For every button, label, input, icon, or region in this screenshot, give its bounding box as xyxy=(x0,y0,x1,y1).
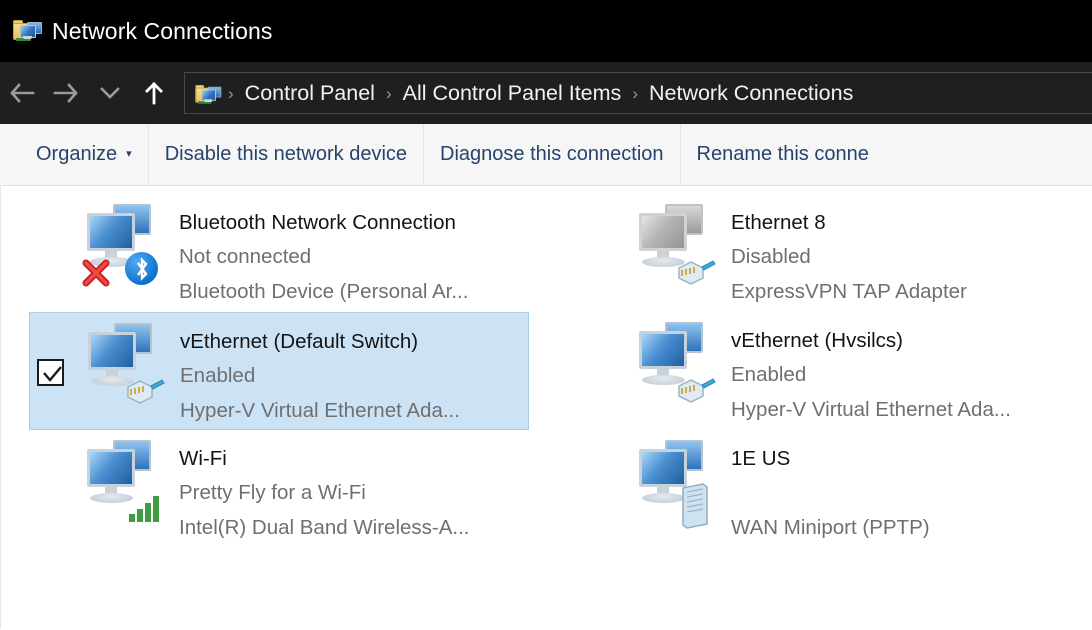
connection-tile[interactable]: Ethernet 8DisabledExpressVPN TAP Adapter xyxy=(581,194,1081,312)
recent-locations-button[interactable] xyxy=(88,71,132,115)
connection-text-block: 1E US WAN Miniport (PPTP) xyxy=(721,434,930,545)
connection-checkbox-slot xyxy=(581,434,621,476)
server-tower-badge-icon xyxy=(677,482,713,530)
rename-connection-button[interactable]: Rename this conne xyxy=(681,124,885,185)
connection-checkbox-slot xyxy=(581,198,621,240)
connection-name: Ethernet 8 xyxy=(731,206,967,239)
rj45-connector-badge-icon xyxy=(675,372,717,404)
forward-button[interactable] xyxy=(44,71,88,115)
connection-tile[interactable]: 1E US WAN Miniport (PPTP) xyxy=(581,430,1081,548)
connections-list-view: Bluetooth Network ConnectionNot connecte… xyxy=(0,186,1092,629)
bluetooth-badge-icon xyxy=(125,252,158,285)
connection-name: vEthernet (Hvsilcs) xyxy=(731,324,1011,357)
red-x-error-overlay-icon xyxy=(79,256,113,290)
connection-description: WAN Miniport (PPTP) xyxy=(731,510,930,545)
monitors-icon xyxy=(629,316,721,416)
connection-status: Enabled xyxy=(180,358,460,393)
connection-text-block: vEthernet (Hvsilcs)EnabledHyper-V Virtua… xyxy=(721,316,1011,427)
connection-text-block: vEthernet (Default Switch)EnabledHyper-V… xyxy=(170,317,460,428)
chevron-down-icon xyxy=(99,84,121,102)
breadcrumb-separator: › xyxy=(623,85,647,102)
breadcrumb-separator: › xyxy=(377,85,401,102)
up-arrow-icon xyxy=(142,80,166,106)
connection-name: 1E US xyxy=(731,442,930,475)
wifi-signal-badge-icon xyxy=(127,490,167,524)
connection-tile[interactable]: Bluetooth Network ConnectionNot connecte… xyxy=(29,194,529,312)
rj45-connector-badge-icon xyxy=(124,373,166,405)
connection-status: Pretty Fly for a Wi-Fi xyxy=(179,475,470,510)
command-toolbar: Organize ▾ Disable this network device D… xyxy=(0,124,1092,186)
title-bar: Network Connections xyxy=(0,0,1092,62)
breadcrumb-item-network-connections[interactable]: Network Connections xyxy=(647,81,855,106)
breadcrumb-separator: › xyxy=(219,85,243,102)
connection-description: Hyper-V Virtual Ethernet Ada... xyxy=(180,393,460,428)
connection-status: Disabled xyxy=(731,239,967,274)
connection-description: Hyper-V Virtual Ethernet Ada... xyxy=(731,392,1011,427)
forward-arrow-icon xyxy=(53,82,79,104)
connection-checkbox-slot xyxy=(30,317,70,386)
connection-description: ExpressVPN TAP Adapter xyxy=(731,274,967,309)
back-arrow-icon xyxy=(9,82,35,104)
connection-description: Bluetooth Device (Personal Ar... xyxy=(179,274,468,309)
connections-grid: Bluetooth Network ConnectionNot connecte… xyxy=(1,186,1092,548)
connection-text-block: Wi-FiPretty Fly for a Wi-FiIntel(R) Dual… xyxy=(169,434,470,545)
organize-label: Organize xyxy=(36,143,117,166)
window-title: Network Connections xyxy=(52,18,273,45)
connection-checkbox-slot xyxy=(29,198,69,240)
window-icon xyxy=(12,16,42,46)
breadcrumb-item-control-panel[interactable]: Control Panel xyxy=(243,81,377,106)
connection-name: Bluetooth Network Connection xyxy=(179,206,468,239)
connection-checkbox-slot xyxy=(581,316,621,358)
monitors-icon xyxy=(77,434,169,534)
connection-tile[interactable]: vEthernet (Default Switch)EnabledHyper-V… xyxy=(29,312,529,430)
organize-caret-icon: ▾ xyxy=(126,149,132,160)
connections-row: Bluetooth Network ConnectionNot connecte… xyxy=(1,194,1092,312)
connections-row: Wi-FiPretty Fly for a Wi-FiIntel(R) Dual… xyxy=(1,430,1092,548)
connection-tile[interactable]: vEthernet (Hvsilcs)EnabledHyper-V Virtua… xyxy=(581,312,1081,430)
connections-row: vEthernet (Default Switch)EnabledHyper-V… xyxy=(1,312,1092,430)
connection-description: Intel(R) Dual Band Wireless-A... xyxy=(179,510,470,545)
breadcrumb-bar[interactable]: › Control Panel › All Control Panel Item… xyxy=(184,72,1092,114)
connection-name: Wi-Fi xyxy=(179,442,470,475)
connection-checkbox[interactable] xyxy=(37,359,64,386)
up-button[interactable] xyxy=(132,71,176,115)
diagnose-connection-button[interactable]: Diagnose this connection xyxy=(424,124,679,185)
connection-status: Not connected xyxy=(179,239,468,274)
disable-network-device-button[interactable]: Disable this network device xyxy=(149,124,423,185)
monitors-icon xyxy=(77,198,169,298)
monitors-icon xyxy=(629,434,721,534)
monitors-icon xyxy=(78,317,170,417)
connection-text-block: Ethernet 8DisabledExpressVPN TAP Adapter xyxy=(721,198,967,309)
connection-name: vEthernet (Default Switch) xyxy=(180,325,460,358)
back-button[interactable] xyxy=(0,71,44,115)
connection-status: Enabled xyxy=(731,357,1011,392)
rj45-connector-badge-icon xyxy=(675,254,717,286)
connection-checkbox-slot xyxy=(29,434,69,476)
connection-text-block: Bluetooth Network ConnectionNot connecte… xyxy=(169,198,468,309)
monitors-icon xyxy=(629,198,721,298)
breadcrumb-folder-network-icon xyxy=(194,81,217,104)
organize-button[interactable]: Organize ▾ xyxy=(0,124,148,185)
address-bar: › Control Panel › All Control Panel Item… xyxy=(0,62,1092,124)
connection-tile[interactable]: Wi-FiPretty Fly for a Wi-FiIntel(R) Dual… xyxy=(29,430,529,548)
breadcrumb-item-all-control-panel-items[interactable]: All Control Panel Items xyxy=(401,81,624,106)
